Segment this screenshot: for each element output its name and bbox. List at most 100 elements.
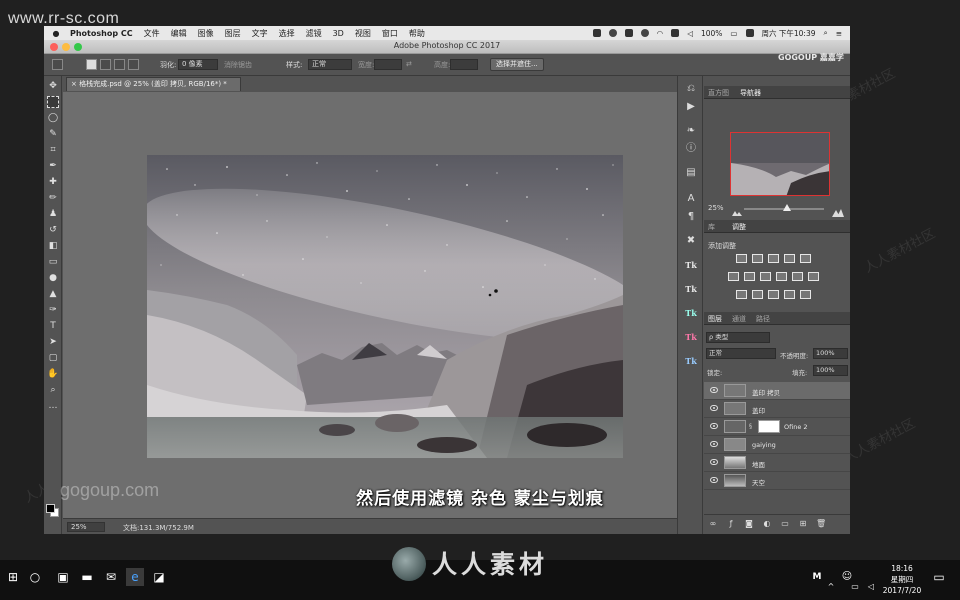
tab-paths[interactable]: 路径 xyxy=(756,314,770,324)
menu-window[interactable]: 窗口 xyxy=(382,28,398,39)
shape-tool-icon[interactable]: ▢ xyxy=(47,352,59,364)
link-layers-icon[interactable]: ∞ xyxy=(708,519,718,528)
action-center-icon[interactable]: ▭ xyxy=(930,568,948,586)
tab-histogram[interactable]: 直方图 xyxy=(708,88,729,98)
new-group-icon[interactable]: ▭ xyxy=(780,519,790,528)
more-tools-icon[interactable]: … xyxy=(47,400,59,412)
hue-saturation-icon[interactable] xyxy=(728,272,739,281)
windows-start-icon[interactable]: ⊞ xyxy=(4,568,22,586)
black-white-icon[interactable] xyxy=(760,272,771,281)
menu-help[interactable]: 帮助 xyxy=(409,28,425,39)
intersect-selection-icon[interactable] xyxy=(128,59,139,70)
layer-filter-select[interactable]: ρ 类型 xyxy=(706,332,770,343)
channel-mixer-icon[interactable] xyxy=(792,272,803,281)
move-tool-icon[interactable]: ✥ xyxy=(47,80,59,92)
curves-icon[interactable] xyxy=(768,254,779,263)
photo-filter-icon[interactable] xyxy=(776,272,787,281)
delete-layer-icon[interactable]: 🗑 xyxy=(816,519,826,528)
menu-edit[interactable]: 编辑 xyxy=(171,28,187,39)
apple-icon[interactable]: ● xyxy=(50,29,62,38)
file-explorer-icon[interactable]: ▬ xyxy=(78,568,96,586)
invert-icon[interactable] xyxy=(736,290,747,299)
dodge-tool-icon[interactable]: ▲ xyxy=(47,288,59,300)
menu-layer[interactable]: 图层 xyxy=(225,28,241,39)
fill-input[interactable]: 100% xyxy=(813,365,848,376)
brightness-contrast-icon[interactable] xyxy=(736,254,747,263)
crop-tool-icon[interactable]: ⌗ xyxy=(47,144,59,156)
add-mask-icon[interactable]: ◙ xyxy=(744,519,754,528)
exposure-icon[interactable] xyxy=(784,254,795,263)
layer-row[interactable]: § Ofine 2 xyxy=(704,418,850,436)
quick-selection-tool-icon[interactable]: ✎ xyxy=(47,128,59,140)
tool-presets-icon[interactable]: ✖ xyxy=(684,234,698,248)
pen-tool-icon[interactable]: ✑ xyxy=(47,304,59,316)
menu-select[interactable]: 选择 xyxy=(279,28,295,39)
subtract-selection-icon[interactable] xyxy=(114,59,125,70)
zoom-slider-handle[interactable] xyxy=(783,204,791,211)
battery-icon[interactable]: ▭ xyxy=(730,29,737,38)
layer-name[interactable]: 盖印 xyxy=(752,405,765,415)
visibility-eye-icon[interactable] xyxy=(710,477,718,483)
status-app-icon[interactable] xyxy=(640,29,649,37)
tab-libraries[interactable]: 库 xyxy=(708,222,715,232)
vibrance-icon[interactable] xyxy=(800,254,811,263)
menu-file[interactable]: 文件 xyxy=(144,28,160,39)
character-icon[interactable]: A xyxy=(684,192,698,206)
tk-panel-icon[interactable]: Tk xyxy=(684,306,698,320)
document-size[interactable]: 文档:131.3M/752.9M xyxy=(123,523,194,533)
history-icon[interactable]: ⎌ xyxy=(684,82,698,96)
status-app-icon[interactable] xyxy=(624,29,633,37)
wifi-icon[interactable]: ◠ xyxy=(657,29,664,38)
info-icon[interactable]: ⓘ xyxy=(684,142,698,156)
mail-icon[interactable]: ✉ xyxy=(102,568,120,586)
color-lookup-icon[interactable] xyxy=(808,272,819,281)
layer-row[interactable]: 盖印 xyxy=(704,400,850,418)
tk-panel-icon[interactable]: Tk xyxy=(684,258,698,272)
new-adjustment-icon[interactable]: ◐ xyxy=(762,519,772,528)
lasso-tool-icon[interactable]: ◯ xyxy=(47,112,59,124)
tk-panel-icon[interactable]: Tk xyxy=(684,330,698,344)
edge-icon[interactable]: e xyxy=(126,568,144,586)
select-and-mask-button[interactable]: 选择并遮住... xyxy=(490,58,544,71)
properties-icon[interactable]: ▤ xyxy=(684,166,698,180)
input-source-icon[interactable] xyxy=(745,29,754,37)
style-select[interactable]: 正常 xyxy=(308,59,352,70)
zoom-tool-icon[interactable]: ⌕ xyxy=(47,384,59,396)
blur-tool-icon[interactable]: ● xyxy=(47,272,59,284)
zoom-out-icon[interactable] xyxy=(732,202,742,216)
tab-navigator[interactable]: 导航器 xyxy=(740,88,761,98)
layer-name[interactable]: 地面 xyxy=(752,459,765,469)
navigator-zoom-value[interactable]: 25% xyxy=(708,204,724,212)
menu-filter[interactable]: 滤镜 xyxy=(306,28,322,39)
selective-color-icon[interactable] xyxy=(800,290,811,299)
rectangular-marquee-tool-icon[interactable] xyxy=(47,96,59,108)
new-layer-icon[interactable]: ⊞ xyxy=(798,519,808,528)
tab-channels[interactable]: 通道 xyxy=(732,314,746,324)
menu-view[interactable]: 视图 xyxy=(355,28,371,39)
tab-adjustments[interactable]: 调整 xyxy=(732,222,746,232)
brush-settings-icon[interactable]: ❧ xyxy=(684,124,698,138)
type-tool-icon[interactable]: T xyxy=(47,320,59,332)
volume-icon[interactable]: ◁ xyxy=(862,578,880,596)
width-input[interactable] xyxy=(374,59,402,70)
marquee-tool-preset-icon[interactable] xyxy=(52,59,63,70)
canvas-image[interactable] xyxy=(147,155,623,458)
cortana-icon[interactable]: ○ xyxy=(26,568,44,586)
posterize-icon[interactable] xyxy=(752,290,763,299)
add-selection-icon[interactable] xyxy=(100,59,111,70)
path-selection-tool-icon[interactable]: ➤ xyxy=(47,336,59,348)
brush-tool-icon[interactable]: ✏ xyxy=(47,192,59,204)
visibility-eye-icon[interactable] xyxy=(710,441,718,447)
status-app-icon[interactable] xyxy=(608,29,617,37)
opacity-input[interactable]: 100% xyxy=(813,348,848,359)
color-balance-icon[interactable] xyxy=(744,272,755,281)
status-app-icon[interactable] xyxy=(671,29,680,37)
menubar-clock[interactable]: 周六 下午10:39 xyxy=(762,28,816,39)
link-chain-icon[interactable]: § xyxy=(749,423,752,430)
app-icon[interactable]: ◪ xyxy=(150,568,168,586)
layer-name[interactable]: gaiying xyxy=(752,441,776,449)
volume-icon[interactable]: ◁ xyxy=(687,29,693,38)
paragraph-icon[interactable]: ¶ xyxy=(684,210,698,224)
layer-row[interactable]: 地面 xyxy=(704,454,850,472)
search-icon[interactable]: ⌕ xyxy=(824,28,828,38)
